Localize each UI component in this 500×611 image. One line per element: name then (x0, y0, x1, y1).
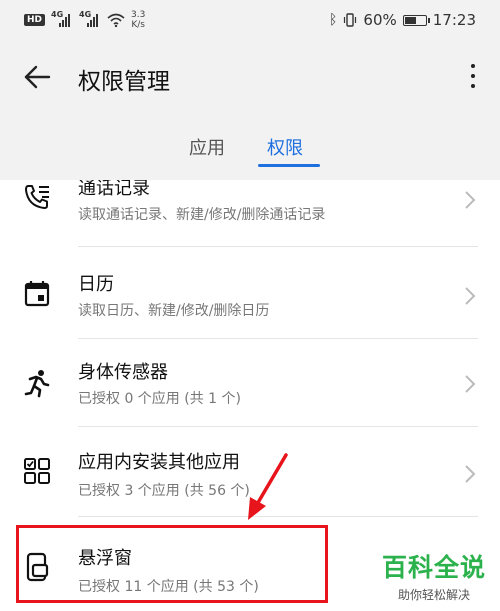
list-item-calendar[interactable]: 日历 读取日历、新建/修改/删除日历 (0, 252, 500, 336)
app-bar: 权限管理 (0, 48, 500, 112)
battery-percent: 60% (363, 11, 397, 29)
tab-bar: 应用 权限 (0, 128, 500, 172)
chevron-right-icon (465, 465, 476, 483)
chevron-right-icon (465, 191, 476, 209)
divider (78, 426, 478, 427)
speed-value: 3.3 (131, 10, 146, 20)
clock: 17:23 (432, 11, 476, 29)
running-person-icon (24, 370, 50, 398)
list-item-subtitle: 已授权 3 个应用 (共 56 个) (78, 483, 250, 499)
list-item-subtitle: 读取日历、新建/修改/删除日历 (78, 303, 270, 319)
divider (78, 516, 478, 517)
vibrate-icon (344, 13, 357, 27)
status-left: HD 4G 4G 3.3 K/s (24, 10, 145, 30)
app-grid-icon (24, 458, 50, 484)
page-title: 权限管理 (78, 69, 170, 95)
battery-fill (404, 16, 416, 24)
status-bar: HD 4G 4G 3.3 K/s ᛒ 60% 17:23 (0, 0, 500, 44)
divider (78, 338, 478, 339)
active-tab-indicator (258, 164, 320, 167)
list-item-subtitle: 已授权 0 个应用 (共 1 个) (78, 391, 241, 407)
tab-apps[interactable]: 应用 (189, 134, 225, 160)
list-item-body-sensors[interactable]: 身体传感器 已授权 0 个应用 (共 1 个) (0, 340, 500, 424)
battery-icon (402, 14, 430, 26)
speed-unit: K/s (131, 20, 145, 30)
more-options-icon[interactable] (468, 64, 478, 94)
list-item-call-log[interactable]: 通话记录 读取通话记录、新建/修改/删除通话记录 (0, 180, 500, 256)
list-item-title: 应用内安装其他应用 (78, 452, 240, 473)
list-item-title: 日历 (78, 274, 114, 295)
bluetooth-icon: ᛒ (329, 12, 338, 28)
watermark-subtitle: 助你轻松解决 (397, 588, 470, 602)
calendar-icon (24, 281, 50, 307)
highlight-box (16, 525, 328, 603)
hd-badge: HD (24, 14, 46, 26)
chevron-right-icon (465, 287, 476, 305)
chevron-right-icon (465, 375, 476, 393)
list-item-title: 通话记录 (78, 180, 150, 199)
list-item-install-apps[interactable]: 应用内安装其他应用 已授权 3 个应用 (共 56 个) (0, 428, 500, 512)
signal-icon: 4G (51, 10, 73, 27)
tab-permissions[interactable]: 权限 (267, 134, 303, 160)
watermark-title: 百科全说 (381, 553, 486, 582)
network-speed: 3.3 K/s (131, 10, 145, 30)
signal-icon: 4G (79, 10, 101, 27)
wifi-icon (107, 13, 125, 27)
status-right: ᛒ 60% 17:23 (329, 11, 476, 29)
list-item-subtitle: 读取通话记录、新建/修改/删除通话记录 (78, 207, 326, 223)
list-item-title: 身体传感器 (78, 362, 168, 383)
watermark: 百科全说 助你轻松解决 (374, 548, 494, 603)
back-arrow-icon[interactable] (22, 62, 52, 92)
call-log-icon (25, 185, 49, 209)
divider (78, 246, 478, 247)
